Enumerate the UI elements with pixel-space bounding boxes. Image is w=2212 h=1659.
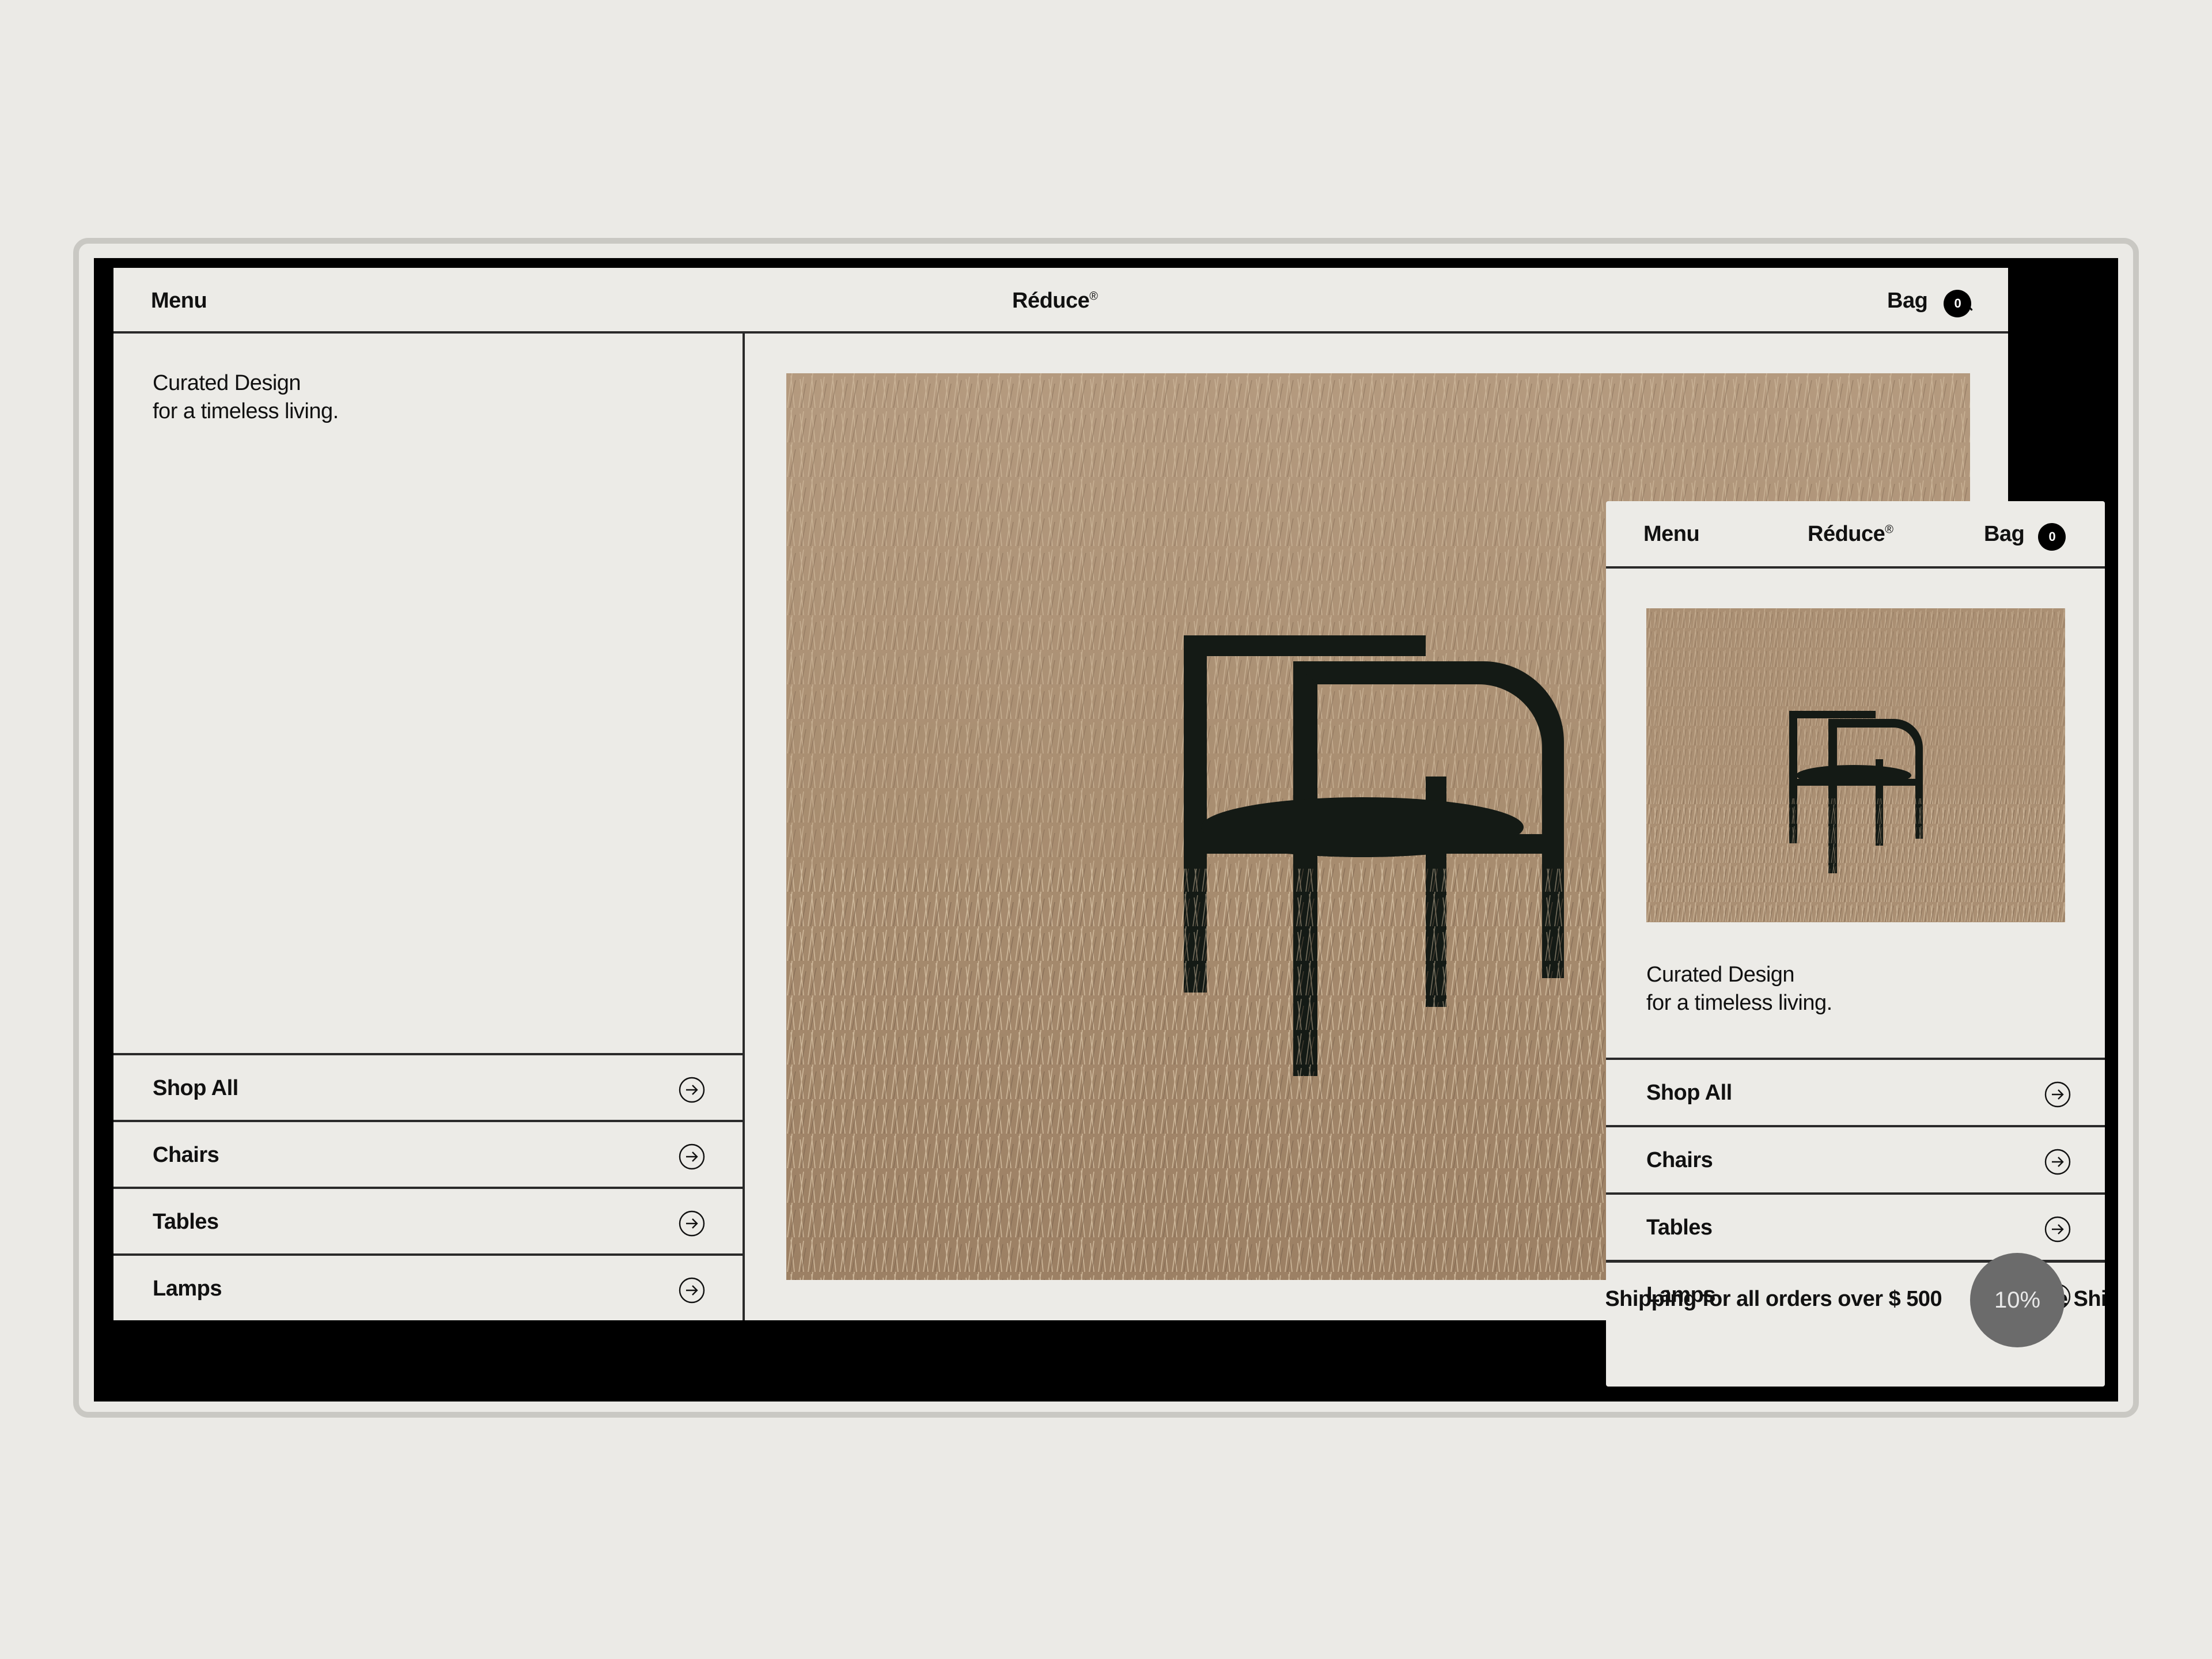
brand-logo[interactable]: Réduce® [1808,522,1893,547]
arrow-right-circle-icon [679,1077,705,1103]
bag-count-badge: 0 [1944,290,1972,317]
arrow-right-circle-icon [2044,1216,2071,1243]
nav-item-lamps[interactable]: Lamps [113,1253,743,1320]
nav-item-tables[interactable]: Tables [113,1187,743,1253]
nav-label: Chairs [1646,1148,1713,1172]
nav-label: Tables [153,1210,219,1234]
category-nav: Shop All Chairs Tables Lamps [113,1053,743,1320]
nav-label: Lamps [153,1277,222,1301]
menu-button[interactable]: Menu [151,289,207,313]
tagline-line-1: Curated Design [1646,963,1795,987]
arrow-right-circle-icon [679,1277,705,1304]
tagline-line-2: for a timeless living. [153,399,339,423]
brand-mark: ® [1885,523,1893,536]
brand-logo[interactable]: Réduce® [1012,289,1098,313]
nav-item-shop-all[interactable]: Shop All [113,1053,743,1120]
desktop-header: Menu Réduce® Bag 0 [113,268,2008,334]
mobile-header: Menu Réduce® Bag 0 [1606,501,2105,569]
bag-label: Bag [1984,522,2025,546]
tagline-line-2: for a timeless living. [1646,991,1832,1015]
arrow-right-circle-icon [679,1210,705,1237]
bag-label: Bag [1887,289,1928,313]
nav-label: Chairs [153,1143,219,1167]
tagline-line-1: Curated Design [153,371,301,395]
nav-label: Tables [1646,1215,1713,1240]
discount-badge-button[interactable]: 10% [1970,1253,2065,1347]
nav-label: Shop All [1646,1081,1732,1105]
arrow-right-circle-icon [679,1143,705,1170]
menu-button[interactable]: Menu [1643,522,1700,547]
chair-in-grass-photo [1646,608,2065,922]
tagline: Curated Design for a timeless living. [153,369,339,426]
brand-name: Réduce [1012,289,1090,313]
brand-name: Réduce [1808,522,1885,546]
marquee-text: Free Shipping for all orders over $ 500 [1606,1287,1942,1311]
bag-button[interactable]: Bag 0 [1887,289,1972,317]
bag-count-badge: 0 [2038,523,2066,551]
mobile-hero-image[interactable] [1646,608,2065,922]
arrow-right-circle-icon [2044,1149,2071,1175]
nav-item-chairs[interactable]: Chairs [113,1120,743,1187]
nav-item-tables[interactable]: Tables [1606,1192,2105,1260]
brand-mark: ® [1089,290,1098,303]
tagline: Curated Design for a timeless living. [1646,961,1832,1017]
desktop-left-column: Curated Design for a timeless living. Sh… [113,334,745,1320]
nav-item-shop-all[interactable]: Shop All [1606,1058,2105,1125]
nav-label: Shop All [153,1076,238,1100]
nav-item-chairs[interactable]: Chairs [1606,1125,2105,1192]
bag-button[interactable]: Bag 0 [1984,522,2066,551]
mobile-site: Menu Réduce® Bag 0 Curated Design for a … [1606,501,2105,1387]
arrow-right-circle-icon [2044,1081,2071,1108]
